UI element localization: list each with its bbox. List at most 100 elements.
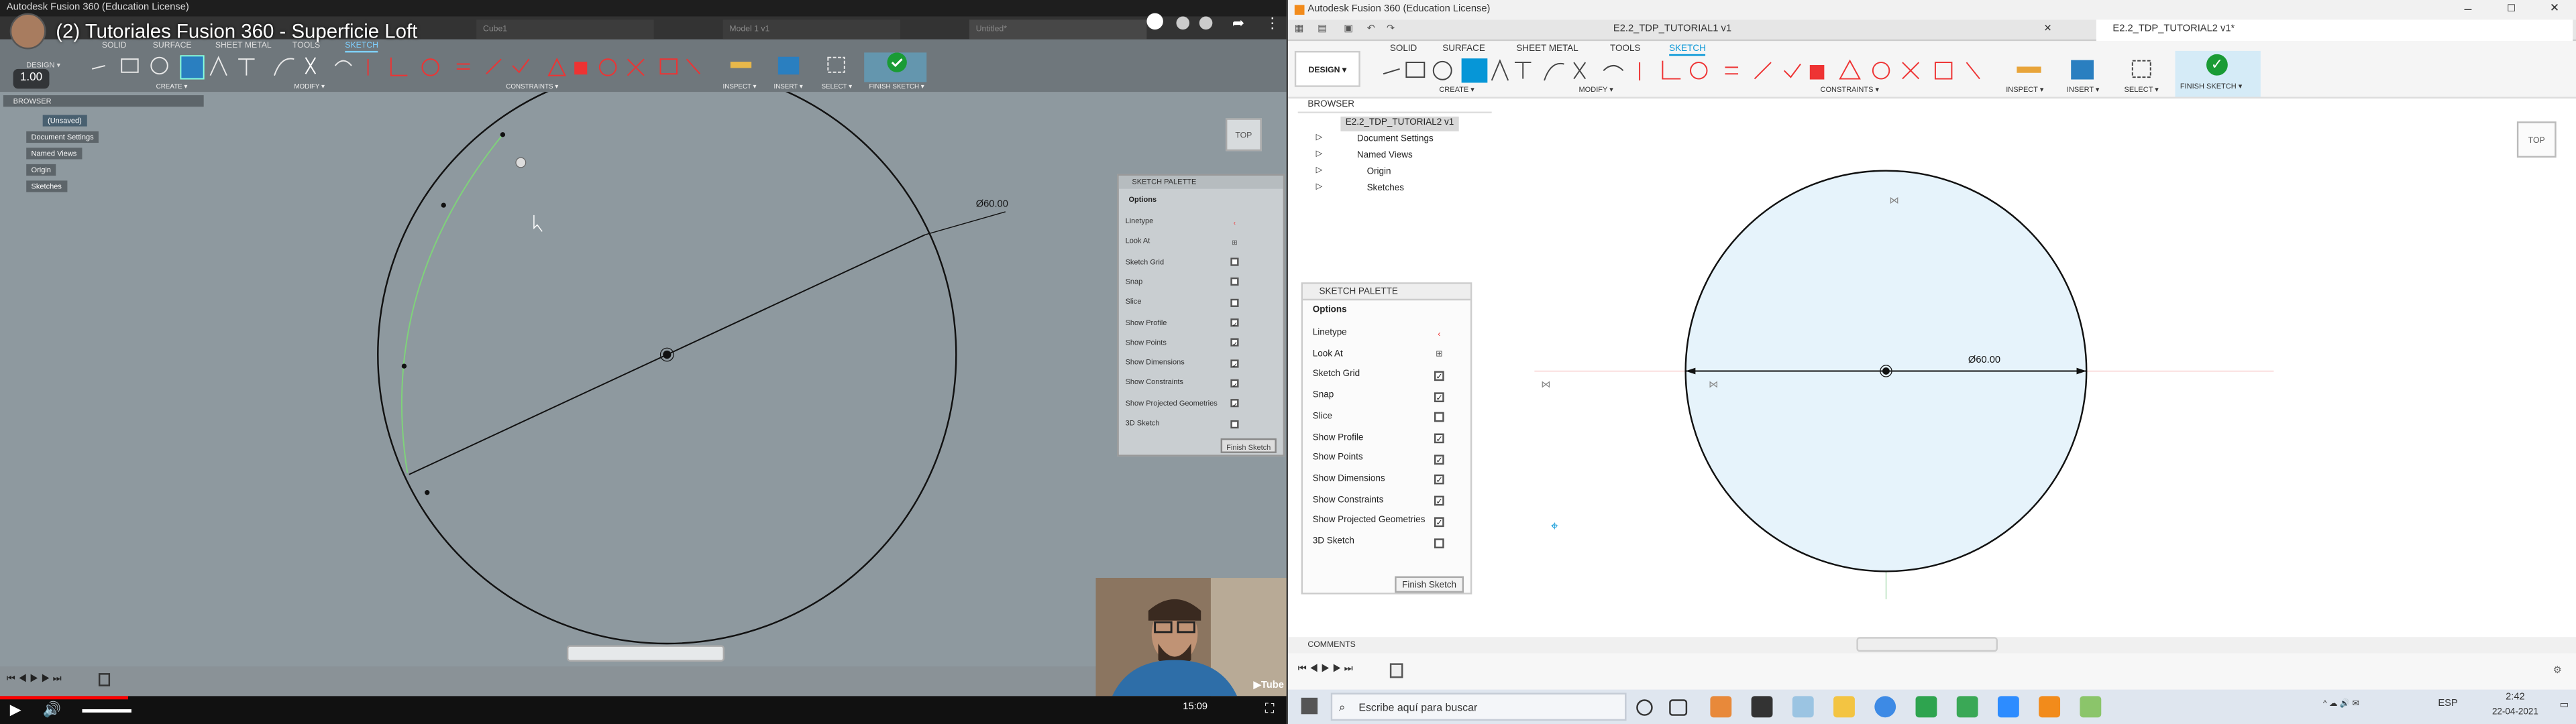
volume-icon[interactable]: 🔊 [43,701,61,719]
timeline-sketch-feature[interactable] [1389,663,1403,678]
redo-icon[interactable]: ↷ [1387,23,1395,35]
taskbar-app-icon[interactable] [1956,696,1978,718]
palette-checkbox[interactable]: ✓ [1434,433,1444,445]
browser-header[interactable]: BROWSER [1297,99,1492,113]
youtube-video-panel[interactable]: Autodesk Fusion 360 (Education License) … [0,0,1289,724]
palette-row-label: Slice [1312,412,1332,422]
group-inspect[interactable]: INSPECT ▾ [2006,85,2043,95]
expand-arrow-icon[interactable]: ▷ [1316,133,1322,143]
save-icon[interactable]: ▣ [1344,23,1353,35]
system-tray-icons[interactable]: ^ ☁ 🔊 ✉ [2323,699,2359,709]
fullscreen-icon[interactable]: ⛶ [1265,701,1275,717]
close-button[interactable]: ✕ [2550,0,2559,19]
video-browser-item: Named Views [26,147,82,160]
taskbar-time[interactable]: 2:42 [2487,692,2543,703]
tab-close-icon[interactable]: ✕ [2044,19,2052,41]
viewcube[interactable]: TOP [2516,121,2557,158]
browser-item-origin[interactable]: Origin [1367,166,1391,180]
ribbon-tab-surface[interactable]: SURFACE [1442,44,1485,54]
ribbon-tab-tools[interactable]: TOOLS [1610,44,1640,54]
settings-gear-icon[interactable]: ⚙ [2553,665,2562,676]
maximize-button[interactable]: ☐ [2507,0,2516,19]
taskbar-app-icon[interactable] [1915,696,1937,718]
expand-arrow-icon[interactable]: ▷ [1316,149,1322,160]
palette-checkbox[interactable] [1434,538,1444,548]
taskbar-chrome-icon[interactable] [1874,696,1896,718]
video-sketch-palette: SKETCH PALETTE Options Linetype ‹ Look At ⊞… [1117,174,1285,457]
palette-options-section[interactable]: Options [1313,306,1347,316]
palette-checkbox[interactable]: ✓ [1434,454,1444,466]
svg-text:⋈: ⋈ [1541,379,1551,390]
browser-item-document-settings[interactable]: Document Settings [1357,133,1434,147]
palette-checkbox[interactable]: ✓ [1434,371,1444,382]
group-constraints[interactable]: CONSTRAINTS ▾ [1820,85,1879,95]
palette-checkbox[interactable]: ✓ [1434,516,1444,528]
ribbon-tab-sheet-metal[interactable]: SHEET METAL [1516,44,1578,54]
taskbar-search-box[interactable]: ⌕ Escribe aquí para buscar [1330,692,1627,721]
look-at-icon[interactable]: ⊞ [1434,350,1444,360]
channel-avatar[interactable] [9,13,46,50]
palette-checkbox: ✓ [1230,359,1239,369]
file-icon[interactable]: ▤ [1318,23,1327,35]
keyboard-language[interactable]: ESP [2438,699,2457,709]
share-icon[interactable]: ➦ [1232,15,1244,33]
palette-row-label: Show Dimensions [1312,474,1385,485]
palette-row-label: Snap [1312,391,1334,401]
video-progress[interactable] [0,696,129,700]
navigation-toolbar[interactable] [1856,637,1998,652]
linetype-icon[interactable]: ‹ [1434,329,1444,339]
more-icon[interactable]: ⋮ [1265,15,1280,33]
taskbar-zoom-icon[interactable] [1997,696,2019,718]
cortana-icon[interactable] [1636,699,1653,716]
expand-arrow-icon[interactable]: ▷ [1316,166,1322,176]
taskbar-app-icon[interactable] [2080,696,2102,718]
group-create[interactable]: CREATE ▾ [1439,85,1474,95]
video-title[interactable]: (2) Tutoriales Fusion 360 - Superficie L… [56,19,417,42]
finish-sketch-button[interactable]: ✓ FINISH SKETCH ▾ [2175,50,2261,97]
taskbar-store-icon[interactable] [1751,696,1773,718]
task-view-icon[interactable] [1669,699,1688,716]
video-palette-title: SKETCH PALETTE [1118,176,1283,189]
expand-arrow-icon[interactable]: ▷ [1316,182,1322,192]
group-select[interactable]: SELECT ▾ [2125,85,2159,95]
queue-icon[interactable] [1176,16,1190,30]
palette-checkbox[interactable] [1434,412,1444,423]
document-tab[interactable]: E2.2_TDP_TUTORIAL1 v1 ✕ [1597,19,2073,41]
palette-checkbox[interactable]: ✓ [1434,475,1444,487]
browser-item-named-views[interactable]: Named Views [1357,149,1413,164]
timeline-sketch-icon [98,673,111,686]
info-icon[interactable] [1199,16,1213,30]
timeline-playback-controls[interactable]: ⏮ ◀ ▶ ▶ ⏭ [1298,665,1353,676]
finish-sketch-label: FINISH SKETCH ▾ [2180,82,2243,90]
minimize-button[interactable]: – [2464,0,2471,19]
palette-checkbox[interactable]: ✓ [1434,495,1444,507]
volume-slider[interactable] [82,709,131,713]
design-workspace-menu[interactable]: DESIGN ▾ [1294,50,1360,87]
palette-checkbox[interactable]: ✓ [1434,391,1444,403]
windows-start-icon[interactable] [1301,697,1318,715]
play-button[interactable]: ▶ [10,701,21,719]
checkmark-icon: ✓ [2206,54,2228,76]
document-tab-active[interactable]: E2.2_TDP_TUTORIAL2 v1* [2096,19,2573,42]
taskbar-explorer-icon[interactable] [1833,696,1855,718]
taskbar-app-icon[interactable] [1710,696,1732,718]
diameter-dimension[interactable]: Ø60.00 [1968,356,2000,366]
ribbon-tab-solid[interactable]: SOLID [1390,44,1417,54]
svg-text:⋈: ⋈ [1889,196,1899,206]
taskbar-mail-icon[interactable] [1792,696,1814,718]
video-player-controls[interactable]: ▶ 🔊 15:09 ⛶ [0,696,1289,724]
notifications-icon[interactable]: ▭ [2560,699,2569,711]
browser-item-sketches[interactable]: Sketches [1367,182,1404,197]
clock-icon[interactable] [1146,13,1163,30]
ribbon-tab-sketch[interactable]: SKETCH [1669,44,1706,56]
palette-checkbox [1230,257,1239,266]
undo-icon[interactable]: ↶ [1367,23,1375,35]
taskbar-fusion-icon[interactable] [2039,696,2061,718]
app-grid-icon[interactable]: ▦ [1295,23,1304,35]
group-insert[interactable]: INSERT ▾ [2067,85,2100,95]
group-modify[interactable]: MODIFY ▾ [1578,85,1613,95]
playback-speed-badge: 1.00 [13,68,50,89]
browser-root-item[interactable]: E2.2_TDP_TUTORIAL2 v1 [1340,116,1459,131]
palette-finish-sketch-button[interactable]: Finish Sketch [1395,576,1464,593]
taskbar-date[interactable]: 22-04-2021 [2477,708,2553,718]
